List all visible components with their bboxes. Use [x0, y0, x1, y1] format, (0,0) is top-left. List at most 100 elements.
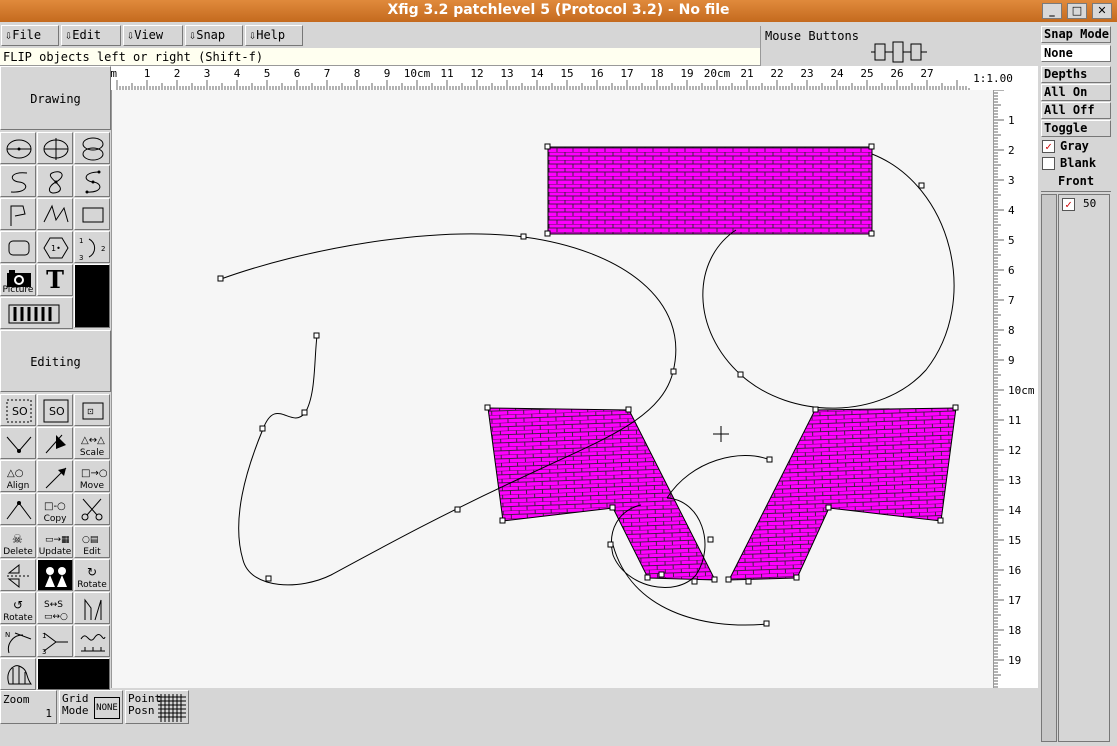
svg-text:○▤: ○▤: [82, 535, 98, 545]
figure-drawing[interactable]: [112, 90, 994, 688]
message-line: FLIP objects left or right (Shift-f): [0, 48, 760, 66]
menu-view[interactable]: ⇩View: [123, 25, 183, 46]
ruler-tick-label: 13: [1008, 474, 1021, 487]
side-ruler[interactable]: 1 2 3 4 5 6 7 8 9 10cm 11 12 13 14 15 16 17 18 19: [993, 89, 1038, 688]
flip-leftright-tool[interactable]: [37, 559, 73, 591]
top-ruler[interactable]: cm12345678910cm11121314151617181920cm212…: [104, 66, 1038, 90]
drawing-canvas[interactable]: [111, 90, 993, 688]
svg-text:1: 1: [42, 632, 46, 640]
break-tool[interactable]: SO: [37, 394, 73, 426]
bottom-panel: Zoom 1 Grid Mode NONE Point Posn: [0, 690, 1038, 746]
scale-tool[interactable]: △↔△ Scale: [74, 427, 110, 459]
interp-spline-tool[interactable]: [74, 165, 110, 197]
ruler-tick-label: 23: [800, 67, 813, 80]
regular-polygon-tool[interactable]: 1•: [37, 231, 73, 263]
svg-text:☠: ☠: [12, 532, 23, 546]
area-tool[interactable]: [0, 658, 36, 690]
ruler-tick-label: 15: [560, 67, 573, 80]
text-tool[interactable]: T: [37, 264, 73, 296]
depth-checkbox[interactable]: ✓: [1062, 198, 1075, 211]
polyline-tool[interactable]: [0, 198, 36, 230]
svg-text:S: S: [49, 405, 56, 418]
ruler-tick-label: 14: [530, 67, 544, 80]
svg-text:□-○: □-○: [44, 501, 66, 512]
spline-tool[interactable]: [37, 165, 73, 197]
ruler-tick-label: 6: [1008, 264, 1015, 277]
depth-scrollbar[interactable]: [1041, 194, 1057, 742]
copy-tool[interactable]: □-○ Copy: [37, 493, 73, 525]
menu-snap[interactable]: ⇩Snap: [185, 25, 243, 46]
svg-text:O: O: [19, 405, 28, 418]
drawing-section-label: Drawing: [0, 66, 111, 130]
maximize-button[interactable]: □: [1067, 3, 1087, 19]
ruler-tick-label: 4: [1008, 204, 1015, 217]
svg-text:2: 2: [101, 245, 105, 253]
box-tool[interactable]: [74, 198, 110, 230]
grid-mode-control[interactable]: Grid Mode NONE: [59, 690, 123, 724]
zoom-control[interactable]: Zoom 1: [0, 690, 57, 724]
empty-tool-slot: [74, 264, 110, 328]
ruler-tick-label: 18: [1008, 624, 1021, 637]
blank-checkbox[interactable]: [1042, 157, 1055, 170]
close-button[interactable]: ✕: [1092, 3, 1112, 19]
snap-mode-value[interactable]: None: [1041, 45, 1111, 62]
arc-tool[interactable]: 1 3 2: [74, 231, 110, 263]
ellipse-tool[interactable]: [74, 132, 110, 164]
cut-scissors-icon[interactable]: [74, 493, 110, 525]
brick-rectangle[interactable]: [547, 146, 873, 235]
menu-help[interactable]: ⇩Help: [245, 25, 303, 46]
delete-tool[interactable]: ☠ Delete: [0, 526, 36, 558]
move-point-tool[interactable]: [0, 493, 36, 525]
mouse-buttons-label: Mouse Buttons: [765, 29, 859, 43]
ruler-tick-label: 3: [204, 67, 211, 80]
align-tool[interactable]: △○ Align: [0, 460, 36, 492]
dimension-tool[interactable]: 13: [37, 625, 73, 657]
circle-diameter-tool[interactable]: [37, 132, 73, 164]
menu-edit[interactable]: ⇩Edit: [61, 25, 121, 46]
update-tool[interactable]: ▭→▦ Update: [37, 526, 73, 558]
rotate-cw-tool[interactable]: ↻ Rotate: [74, 559, 110, 591]
point-position-control[interactable]: Point Posn: [125, 690, 189, 724]
grid-icon: [158, 694, 186, 722]
edit-tool[interactable]: ○▤ Edit: [74, 526, 110, 558]
convert-tool[interactable]: S↔S ▭↔○: [37, 592, 73, 624]
library-tool[interactable]: [0, 297, 73, 329]
all-off-button[interactable]: All Off: [1041, 102, 1111, 119]
all-on-button[interactable]: All On: [1041, 84, 1111, 101]
tangent-tool[interactable]: N: [0, 625, 36, 657]
rotate-ccw-tool[interactable]: ↺ Rotate: [0, 592, 36, 624]
delete-point-tool[interactable]: [37, 427, 73, 459]
move-tool[interactable]: □→○ Move: [74, 460, 110, 492]
add-point-tool[interactable]: [0, 427, 36, 459]
open-compound-tool[interactable]: ⊡: [74, 394, 110, 426]
arc-box-tool[interactable]: [0, 231, 36, 263]
gray-checkbox[interactable]: ✓: [1042, 140, 1055, 153]
measure-tool[interactable]: [74, 625, 110, 657]
ruler-tick-label: 11: [440, 67, 453, 80]
anchor-tool[interactable]: [74, 592, 110, 624]
picture-tool[interactable]: Picture: [0, 264, 36, 296]
add-arrow-tool[interactable]: [37, 460, 73, 492]
right-brick-polygon[interactable]: [728, 407, 957, 581]
ruler-tick-label: 20cm: [704, 67, 731, 80]
zoom-value: 1: [45, 707, 52, 720]
toggle-button[interactable]: Toggle: [1041, 120, 1111, 137]
upper-arc[interactable]: [666, 455, 771, 499]
menu-file[interactable]: ⇩File: [1, 25, 59, 46]
ruler-tick-label: 6: [294, 67, 301, 80]
minimize-button[interactable]: _: [1042, 3, 1062, 19]
svg-text:S: S: [12, 405, 19, 418]
glue-tool[interactable]: SO: [0, 394, 36, 426]
left-brick-polygon[interactable]: [487, 407, 716, 581]
mouse-icon: [871, 41, 927, 63]
ruler-tick-label: 3: [1008, 174, 1015, 187]
ruler-tick-label: 1: [1008, 114, 1015, 127]
right-panel: Snap Mode None Depths All On All Off Tog…: [1038, 24, 1117, 746]
ruler-tick-label: 8: [354, 67, 361, 80]
circle-radius-tool[interactable]: [0, 132, 36, 164]
closed-spline-tool[interactable]: [0, 165, 36, 197]
open-spline-tool[interactable]: [37, 198, 73, 230]
title-bar: Xfig 3.2 patchlevel 5 (Protocol 3.2) - N…: [0, 0, 1117, 22]
gray-label: Gray: [1060, 139, 1089, 153]
flip-updown-tool[interactable]: [0, 559, 36, 591]
